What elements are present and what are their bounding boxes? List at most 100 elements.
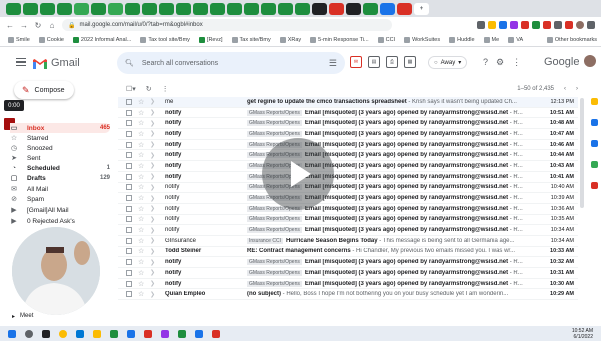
browser-tab[interactable] <box>91 2 106 15</box>
profile-avatar[interactable] <box>576 21 584 29</box>
row-checkbox[interactable] <box>126 184 132 191</box>
important-marker-icon[interactable]: ❯ <box>150 227 157 234</box>
important-marker-icon[interactable]: ❯ <box>150 162 157 169</box>
row-checkbox[interactable] <box>126 120 132 127</box>
status-selector[interactable]: ○ Away ▾ <box>428 56 468 69</box>
browser-tab[interactable] <box>159 2 174 15</box>
important-marker-icon[interactable]: ❯ <box>150 259 157 266</box>
row-checkbox[interactable] <box>126 216 132 223</box>
important-marker-icon[interactable]: ❯ <box>150 109 157 116</box>
row-checkbox[interactable] <box>126 109 132 116</box>
email-label-chip[interactable]: GMass Reports/Opens <box>247 280 302 287</box>
email-label-chip[interactable]: GMass Reports/Opens <box>247 109 302 116</box>
browser-tab[interactable] <box>23 2 38 15</box>
email-row[interactable]: ☆ ❯ notify GMass Reports/Opens Email [misquo… <box>118 183 578 194</box>
forward-icon[interactable]: → <box>20 21 28 30</box>
important-marker-icon[interactable]: ❯ <box>150 98 157 105</box>
email-label-chip[interactable]: GMass Reports/Opens <box>247 130 302 137</box>
row-checkbox[interactable] <box>126 280 132 287</box>
important-marker-icon[interactable]: ❯ <box>150 141 157 148</box>
sidebar-item[interactable]: ▭ Inbox 465 <box>10 123 110 133</box>
row-checkbox[interactable] <box>126 291 132 298</box>
next-page-icon[interactable]: › <box>576 86 578 92</box>
tasks-icon[interactable] <box>590 119 598 126</box>
sidebar-item[interactable]: ▢ Drafts 129 <box>10 173 110 183</box>
back-icon[interactable]: ← <box>6 21 14 30</box>
browser-tab[interactable] <box>261 2 276 15</box>
sidebar-item[interactable]: ◔ Scheduled 1 <box>10 163 110 173</box>
addon-icon[interactable] <box>590 182 598 189</box>
star-icon[interactable]: ☆ <box>138 247 146 255</box>
more-options-icon[interactable]: ⋮ <box>162 85 169 93</box>
home-icon[interactable]: ⌂ <box>48 21 56 30</box>
row-checkbox[interactable] <box>126 98 132 105</box>
row-checkbox[interactable] <box>126 269 132 276</box>
contacts-icon[interactable] <box>590 140 598 147</box>
sidebar-item[interactable]: ⊘ Spam <box>10 194 110 204</box>
extension-icon[interactable] <box>510 21 518 29</box>
extension-icon[interactable] <box>532 21 540 29</box>
email-row[interactable]: ☆ ❯ notify GMass Reports/Opens Email [misquo… <box>118 172 578 183</box>
app-icon[interactable] <box>178 329 186 338</box>
important-marker-icon[interactable]: ❯ <box>150 184 157 191</box>
email-row[interactable]: ☆ ❯ notify GMass Reports/Opens Email [misquo… <box>118 268 578 279</box>
browser-tab[interactable] <box>57 2 72 15</box>
browser-tab[interactable] <box>380 2 395 15</box>
search-bar[interactable]: 🔍︎ Search all conversations ☰ <box>117 52 345 74</box>
important-marker-icon[interactable]: ❯ <box>150 130 157 137</box>
share-icon[interactable] <box>477 21 485 29</box>
email-row[interactable]: ☆ ❯ me get regine to update the cmco transa… <box>118 97 578 108</box>
calendar-icon[interactable] <box>590 161 598 168</box>
browser-tab[interactable] <box>346 2 361 15</box>
star-icon[interactable]: ☆ <box>138 183 146 191</box>
email-label-chip[interactable]: GMass Reports/Opens <box>247 269 302 276</box>
extension-icon[interactable]: ▤ <box>368 56 380 68</box>
email-row[interactable]: ☆ ❯ notify GMass Reports/Opens Email [misquo… <box>118 161 578 172</box>
sidebar-item[interactable]: ▶ [Gmail]All Mail <box>10 205 110 215</box>
email-row[interactable]: ☆ ❯ notify GMass Reports/Opens Email [misquo… <box>118 108 578 119</box>
sidebar-item[interactable]: ▶ 0 Rejected Ask's <box>10 216 110 226</box>
bookmark-item[interactable]: XRay <box>279 36 301 43</box>
important-marker-icon[interactable]: ❯ <box>150 248 157 255</box>
browser-tab[interactable] <box>295 2 310 15</box>
apps-grid-icon[interactable]: ⋮ <box>512 57 521 68</box>
browser-tab[interactable] <box>74 2 89 15</box>
extension-icon[interactable] <box>565 21 573 29</box>
keep-icon[interactable] <box>590 98 598 105</box>
star-icon[interactable]: ☆ <box>138 290 146 298</box>
browser-tab[interactable] <box>108 2 123 15</box>
select-all-checkbox[interactable]: ☐▾ <box>126 85 136 93</box>
reload-icon[interactable]: ↻ <box>34 21 42 30</box>
extension-icon[interactable]: ▦ <box>404 56 416 68</box>
row-checkbox[interactable] <box>126 227 132 234</box>
star-icon[interactable]: ☆ <box>138 215 146 223</box>
email-label-chip[interactable]: GMass Reports/Opens <box>247 227 302 234</box>
chrome-icon[interactable] <box>59 329 67 338</box>
prev-page-icon[interactable]: ‹ <box>564 86 566 92</box>
star-icon[interactable]: ☆ <box>138 258 146 266</box>
important-marker-icon[interactable]: ❯ <box>150 280 157 287</box>
star-icon[interactable]: ☆ <box>138 269 146 277</box>
star-icon[interactable]: ☆ <box>138 151 146 159</box>
important-marker-icon[interactable]: ❯ <box>150 120 157 127</box>
search-options-icon[interactable]: ☰ <box>329 58 337 69</box>
browser-tab[interactable] <box>6 2 21 15</box>
browser-tab[interactable] <box>40 2 55 15</box>
bookmark-item[interactable]: VA <box>508 36 523 43</box>
sidebar-item[interactable]: ◷ Snoozed <box>10 143 110 153</box>
account-avatar[interactable] <box>584 55 596 67</box>
bookmark-item[interactable]: Cookie <box>38 36 64 43</box>
windows-start-icon[interactable] <box>8 329 16 338</box>
extension-icon[interactable]: ✉ <box>350 56 362 68</box>
bookmark-item[interactable]: CCI <box>377 36 395 43</box>
more-icon[interactable] <box>587 21 595 29</box>
star-bookmark-icon[interactable] <box>488 21 496 29</box>
important-marker-icon[interactable]: ❯ <box>150 152 157 159</box>
star-icon[interactable]: ☆ <box>138 280 146 288</box>
print-icon[interactable]: ⎙ <box>386 56 398 68</box>
star-icon[interactable]: ☆ <box>138 141 146 149</box>
compose-button[interactable]: ✎ Compose <box>14 81 74 99</box>
email-label-chip[interactable]: GMass Reports/Opens <box>247 259 302 266</box>
important-marker-icon[interactable]: ❯ <box>150 237 157 244</box>
help-icon[interactable]: ? <box>483 57 488 68</box>
